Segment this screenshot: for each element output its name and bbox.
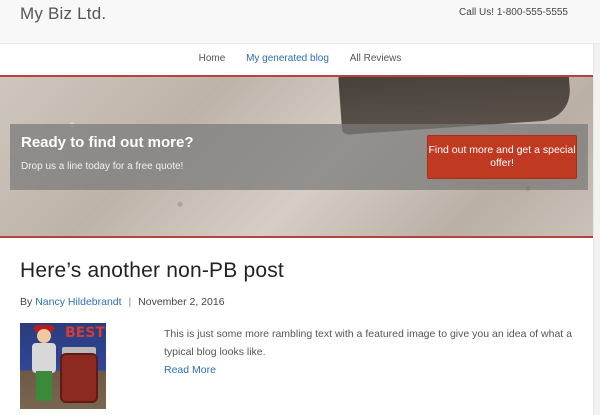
post-featured-image[interactable]: BEST — [20, 323, 106, 409]
nav-my-generated-blog[interactable]: My generated blog — [246, 44, 329, 73]
thumbnail-figure-head — [37, 329, 51, 343]
site-logo[interactable]: My Biz Ltd. — [20, 4, 106, 24]
thumbnail-best-text: BEST — [65, 325, 105, 341]
call-us-text: Call Us! 1-800-555-5555 — [459, 7, 568, 18]
post-by-label: By — [20, 296, 33, 308]
post-meta: By Nancy Hildebrandt | November 2, 2016 — [20, 296, 225, 308]
post-excerpt: This is just some more rambling text wit… — [164, 328, 572, 358]
post-title[interactable]: Here’s another non-PB post — [20, 259, 284, 283]
main-nav: Home My generated blog All Reviews — [0, 44, 600, 75]
top-bar: My Biz Ltd. Call Us! 1-800-555-5555 — [0, 0, 600, 44]
post-date: November 2, 2016 — [138, 296, 225, 308]
page-scrollbar[interactable] — [593, 44, 600, 415]
thumbnail-barrel — [60, 353, 98, 403]
cta-title: Ready to find out more? — [21, 134, 194, 151]
nav-home[interactable]: Home — [199, 44, 226, 73]
post-author-link[interactable]: Nancy Hildebrandt — [35, 296, 121, 308]
hero-banner: Ready to find out more? Drop us a line t… — [0, 75, 600, 238]
thumbnail-figure-body — [32, 343, 56, 373]
nav-all-reviews[interactable]: All Reviews — [350, 44, 402, 73]
cta-band: Ready to find out more? Drop us a line t… — [10, 124, 588, 190]
cta-subtitle: Drop us a line today for a free quote! — [21, 161, 184, 172]
thumbnail-figure-legs — [36, 371, 52, 401]
read-more-link[interactable]: Read More — [164, 364, 216, 376]
meta-separator: | — [128, 296, 132, 308]
find-out-more-button[interactable]: Find out more and get a special offer! — [427, 135, 577, 179]
